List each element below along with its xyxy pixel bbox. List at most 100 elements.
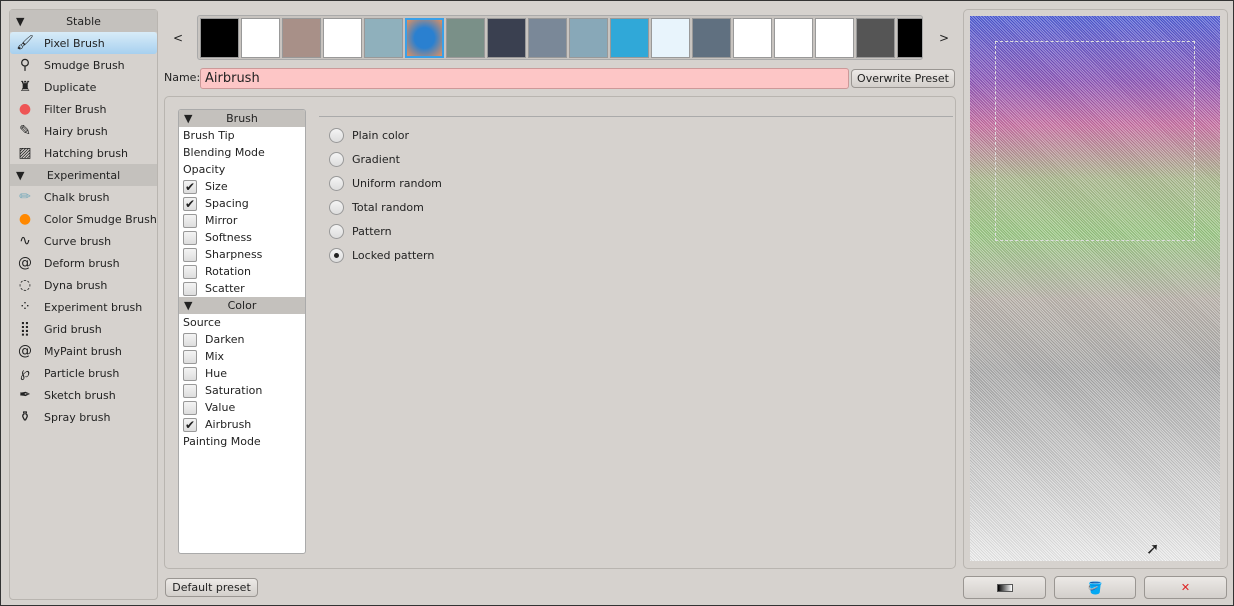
option-checkbox[interactable] xyxy=(183,400,197,415)
brush-engine-item[interactable]: ⚱ Spray brush xyxy=(10,406,157,428)
brush-engine-item[interactable]: @ Deform brush xyxy=(10,252,157,274)
option-item[interactable]: Rotation xyxy=(179,263,305,280)
preset-thumbnail[interactable] xyxy=(200,18,239,58)
option-item[interactable]: Saturation xyxy=(179,382,305,399)
radio-button[interactable] xyxy=(329,151,344,167)
option-item[interactable]: ✔ Size xyxy=(179,178,305,195)
pixel-brush-icon: 🖌 xyxy=(16,35,34,51)
option-item[interactable]: Hue xyxy=(179,365,305,382)
radio-button[interactable] xyxy=(329,127,344,143)
default-preset-button[interactable]: Default preset xyxy=(165,578,258,597)
option-checkbox[interactable]: ✔ xyxy=(183,417,197,432)
option-checkbox[interactable] xyxy=(183,366,197,381)
option-checkbox[interactable] xyxy=(183,349,197,364)
brush-engine-item[interactable]: ⁘ Experiment brush xyxy=(10,296,157,318)
option-item[interactable]: Mix xyxy=(179,348,305,365)
preset-thumbnail[interactable] xyxy=(692,18,731,58)
option-item[interactable]: Brush Tip xyxy=(179,127,305,144)
option-checkbox[interactable] xyxy=(183,213,197,228)
brush-engine-item[interactable]: ⚲ Smudge Brush xyxy=(10,54,157,76)
option-group-label: Color xyxy=(227,299,257,312)
source-mode-option[interactable]: Gradient xyxy=(319,147,953,171)
option-group-header[interactable]: ▼ Color xyxy=(179,297,305,314)
group-header[interactable]: ▼ Stable xyxy=(10,10,157,32)
option-checkbox[interactable] xyxy=(183,264,197,279)
preset-thumbnail[interactable] xyxy=(405,18,444,58)
preset-thumbnail[interactable] xyxy=(569,18,608,58)
option-item[interactable]: Mirror xyxy=(179,212,305,229)
option-item[interactable]: Softness xyxy=(179,229,305,246)
clear-scratchpad-button[interactable]: ✕ xyxy=(1144,576,1227,599)
source-mode-option[interactable]: Uniform random xyxy=(319,171,953,195)
preset-thumbnail[interactable] xyxy=(774,18,813,58)
prev-presets-button[interactable]: < xyxy=(173,31,183,45)
source-mode-option[interactable]: Pattern xyxy=(319,219,953,243)
brush-engine-item[interactable]: 🖌 Pixel Brush xyxy=(10,32,157,54)
option-item[interactable]: Scatter xyxy=(179,280,305,297)
group-header[interactable]: ▼ Experimental xyxy=(10,164,157,186)
preset-thumbnail[interactable] xyxy=(610,18,649,58)
brush-engine-item[interactable]: ● Color Smudge Brush xyxy=(10,208,157,230)
collapse-triangle-icon: ▼ xyxy=(16,14,25,28)
option-item[interactable]: Source xyxy=(179,314,305,331)
option-list: ▼ Brush Brush Tip Blending Mode Opacity ✔ Size… xyxy=(178,109,306,554)
option-checkbox[interactable] xyxy=(183,383,197,398)
brush-engine-item[interactable]: ∿ Curve brush xyxy=(10,230,157,252)
option-item[interactable]: Value xyxy=(179,399,305,416)
option-group-header[interactable]: ▼ Brush xyxy=(179,110,305,127)
preset-thumbnail[interactable] xyxy=(528,18,567,58)
option-checkbox[interactable] xyxy=(183,230,197,245)
brush-engine-item[interactable]: @ MyPaint brush xyxy=(10,340,157,362)
option-item[interactable]: Sharpness xyxy=(179,246,305,263)
preset-thumbnail[interactable] xyxy=(815,18,854,58)
hairy-brush-icon: ✎ xyxy=(19,123,31,139)
brush-engine-item[interactable]: ▨ Hatching brush xyxy=(10,142,157,164)
preset-thumbnail[interactable] xyxy=(323,18,362,58)
fill-background-button[interactable]: 🪣 xyxy=(1054,576,1136,599)
option-checkbox[interactable] xyxy=(183,247,197,262)
brush-engine-item[interactable]: ♜ Duplicate xyxy=(10,76,157,98)
preset-thumbnail[interactable] xyxy=(446,18,485,58)
source-mode-option[interactable]: Total random xyxy=(319,195,953,219)
radio-button[interactable] xyxy=(329,223,344,239)
option-label: Blending Mode xyxy=(183,146,265,159)
preset-thumbnail[interactable] xyxy=(651,18,690,58)
brush-engine-item[interactable]: ✎ Hairy brush xyxy=(10,120,157,142)
option-checkbox[interactable] xyxy=(183,332,197,347)
overwrite-preset-button[interactable]: Overwrite Preset xyxy=(851,69,955,88)
source-mode-option[interactable]: Plain color xyxy=(319,123,953,147)
option-checkbox[interactable]: ✔ xyxy=(183,179,197,194)
preset-thumbnail[interactable] xyxy=(733,18,772,58)
preset-thumbnail[interactable] xyxy=(364,18,403,58)
brush-engine-item[interactable]: ✏ Chalk brush xyxy=(10,186,157,208)
radio-button[interactable] xyxy=(329,175,344,191)
option-item[interactable]: Blending Mode xyxy=(179,144,305,161)
option-checkbox[interactable] xyxy=(183,281,197,296)
next-presets-button[interactable]: > xyxy=(939,31,949,45)
color-smudge-icon: ● xyxy=(18,211,32,227)
brush-engine-item[interactable]: ℘ Particle brush xyxy=(10,362,157,384)
option-item[interactable]: Darken xyxy=(179,331,305,348)
preset-thumbnail[interactable] xyxy=(856,18,895,58)
radio-button[interactable] xyxy=(329,199,344,215)
brush-engine-label: Experiment brush xyxy=(44,300,143,314)
preset-thumbnail[interactable] xyxy=(487,18,526,58)
preset-thumbnail[interactable] xyxy=(897,18,922,58)
brush-engine-item[interactable]: ✒ Sketch brush xyxy=(10,384,157,406)
option-checkbox[interactable]: ✔ xyxy=(183,196,197,211)
option-item[interactable]: ✔ Airbrush xyxy=(179,416,305,433)
brush-engine-item[interactable]: ◌ Dyna brush xyxy=(10,274,157,296)
option-item[interactable]: ✔ Spacing xyxy=(179,195,305,212)
brush-engine-item[interactable]: ⣿ Grid brush xyxy=(10,318,157,340)
preset-thumbnail[interactable] xyxy=(241,18,280,58)
filter-brush-icon: ● xyxy=(18,101,32,117)
preset-name-input[interactable]: Airbrush xyxy=(200,68,849,89)
preset-thumbnail[interactable] xyxy=(282,18,321,58)
option-item[interactable]: Painting Mode xyxy=(179,433,305,450)
option-item[interactable]: Opacity xyxy=(179,161,305,178)
source-mode-option[interactable]: Locked pattern xyxy=(319,243,953,267)
radio-button[interactable] xyxy=(329,247,344,263)
brush-engine-label: MyPaint brush xyxy=(44,344,122,358)
brush-engine-item[interactable]: ● Filter Brush xyxy=(10,98,157,120)
fill-gradient-button[interactable] xyxy=(963,576,1046,599)
